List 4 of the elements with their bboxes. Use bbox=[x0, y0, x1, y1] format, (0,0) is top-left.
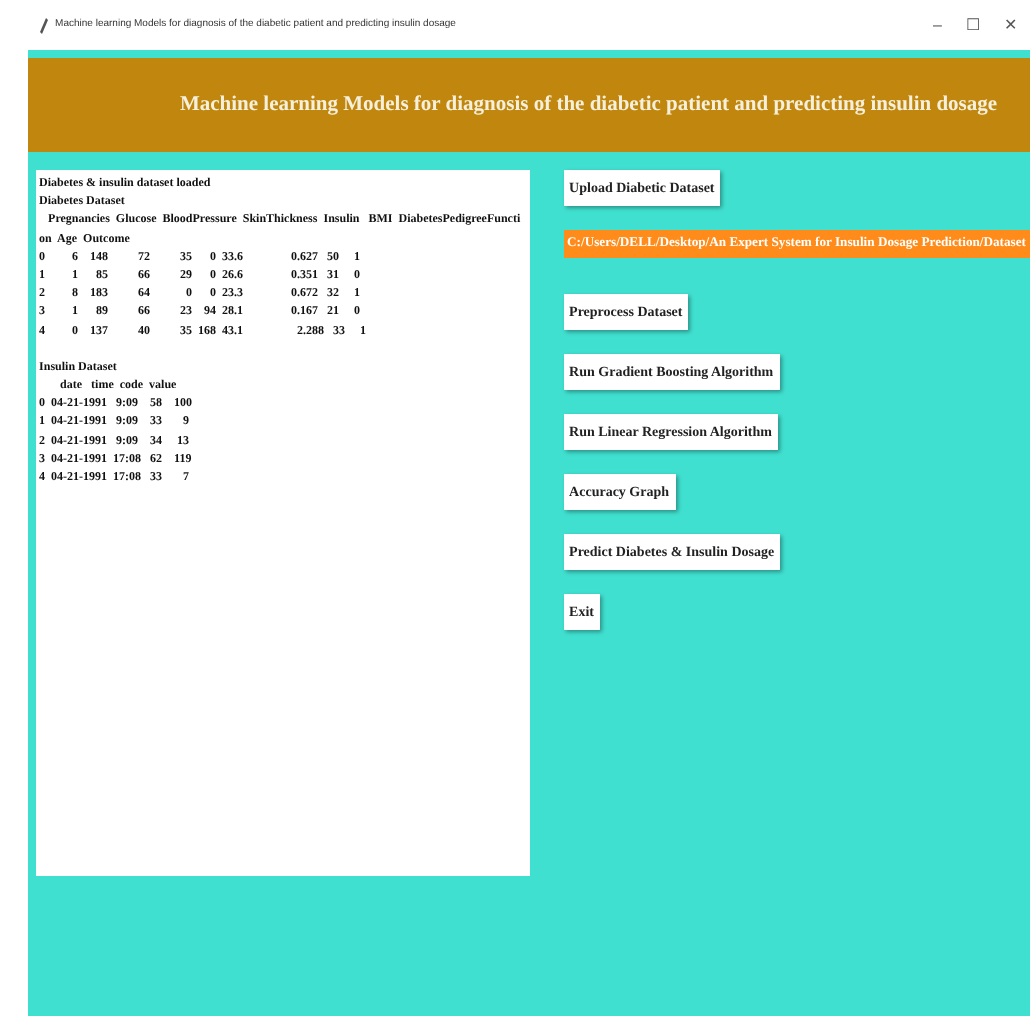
minimize-button[interactable]: – bbox=[933, 13, 942, 37]
close-button[interactable]: ✕ bbox=[1004, 13, 1018, 37]
app-title: Machine learning Models for diagnosis of the diabetic patient and predicting insulin dosage bbox=[177, 91, 998, 120]
maximize-button[interactable]: ☐ bbox=[966, 13, 980, 37]
